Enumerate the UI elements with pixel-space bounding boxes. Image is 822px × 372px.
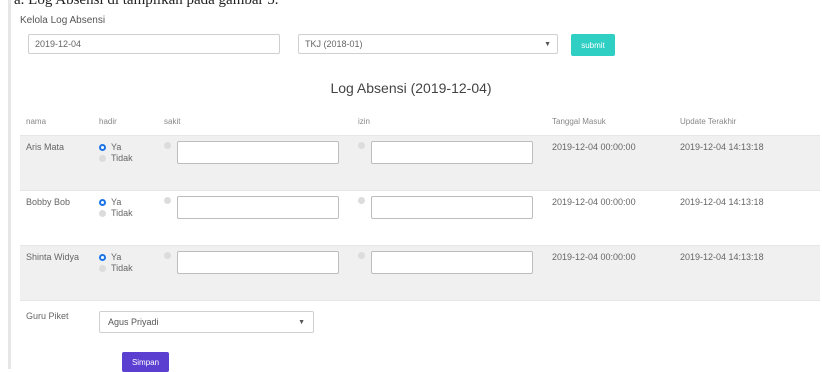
radio-selected-icon [99, 199, 106, 206]
izin-input[interactable] [371, 251, 533, 274]
izin-input[interactable] [371, 196, 533, 219]
col-hadir: hadir [93, 107, 158, 136]
radio-empty-icon [99, 265, 106, 272]
cell-tanggal-masuk: 2019-12-04 00:00:00 [546, 135, 674, 191]
radio-tidak[interactable]: Tidak [99, 153, 152, 164]
cell-hadir: Ya Tidak [93, 245, 158, 301]
save-button[interactable]: Simpan [122, 352, 169, 372]
cell-sakit [158, 135, 352, 191]
left-border [8, 0, 11, 369]
table-header-row: nama hadir sakit izin Tanggal Masuk Upda… [20, 107, 820, 136]
table-row: Shinta Widya Ya Tidak 2019-12-04 00:00:0… [20, 245, 820, 301]
cell-tanggal-masuk: 2019-12-04 00:00:00 [546, 245, 674, 301]
cell-hadir: Ya Tidak [93, 190, 158, 246]
radio-ya[interactable]: Ya [99, 142, 152, 153]
radio-izin[interactable] [358, 142, 365, 149]
radio-ya[interactable]: Ya [99, 197, 152, 208]
radio-ya-label: Ya [111, 197, 122, 207]
guru-piket-cell: Agus Priyadi ▼ [93, 300, 820, 371]
table-title: Log Absensi (2019-12-04) [330, 80, 492, 96]
chevron-down-icon: ▼ [544, 40, 551, 48]
radio-tidak-label: Tidak [111, 153, 133, 163]
table-row: Bobby Bob Ya Tidak 2019-12-04 00:00:00 2… [20, 190, 820, 246]
radio-izin[interactable] [358, 197, 365, 204]
document-caption: a. Log Absensi di tampilkan pada gambar … [14, 0, 279, 8]
radio-ya-label: Ya [111, 142, 122, 152]
table-row: Aris Mata Ya Tidak 2019-12-04 00:00:00 2… [20, 135, 820, 191]
radio-sakit[interactable] [164, 197, 171, 204]
radio-ya-label: Ya [111, 252, 122, 262]
cell-sakit [158, 190, 352, 246]
sakit-input[interactable] [177, 196, 339, 219]
radio-tidak[interactable]: Tidak [99, 263, 152, 274]
radio-tidak-label: Tidak [111, 263, 133, 273]
date-input[interactable]: 2019-12-04 [28, 34, 280, 54]
col-update-terakhir: Update Terakhir [674, 107, 820, 136]
chevron-down-icon: ▼ [298, 318, 305, 326]
cell-izin [352, 190, 546, 246]
cell-tanggal-masuk: 2019-12-04 00:00:00 [546, 190, 674, 246]
cell-sakit [158, 245, 352, 301]
radio-sakit[interactable] [164, 142, 171, 149]
col-sakit: sakit [158, 107, 352, 136]
guru-piket-select[interactable]: Agus Priyadi ▼ [99, 311, 314, 333]
sakit-input[interactable] [177, 251, 339, 274]
cell-update-terakhir: 2019-12-04 14:13:18 [674, 245, 820, 301]
radio-empty-icon [99, 210, 106, 217]
cell-nama: Aris Mata [20, 135, 93, 191]
panel-title: Kelola Log Absensi [20, 15, 106, 26]
cell-update-terakhir: 2019-12-04 14:13:18 [674, 135, 820, 191]
sakit-input[interactable] [177, 141, 339, 164]
radio-izin[interactable] [358, 252, 365, 259]
col-izin: izin [352, 107, 546, 136]
radio-selected-icon [99, 144, 106, 151]
class-select[interactable]: TKJ (2018-01) ▼ [298, 34, 558, 54]
attendance-table: nama hadir sakit izin Tanggal Masuk Upda… [20, 107, 820, 371]
izin-input[interactable] [371, 141, 533, 164]
cell-izin [352, 245, 546, 301]
radio-empty-icon [99, 155, 106, 162]
col-nama: nama [20, 107, 93, 136]
radio-ya[interactable]: Ya [99, 252, 152, 263]
cell-nama: Shinta Widya [20, 245, 93, 301]
guru-piket-label: Guru Piket [20, 300, 93, 371]
submit-button[interactable]: submit [571, 34, 615, 56]
radio-tidak-label: Tidak [111, 208, 133, 218]
cell-nama: Bobby Bob [20, 190, 93, 246]
radio-sakit[interactable] [164, 252, 171, 259]
radio-tidak[interactable]: Tidak [99, 208, 152, 219]
cell-update-terakhir: 2019-12-04 14:13:18 [674, 190, 820, 246]
cell-hadir: Ya Tidak [93, 135, 158, 191]
col-tanggal-masuk: Tanggal Masuk [546, 107, 674, 136]
cell-izin [352, 135, 546, 191]
class-select-value: TKJ (2018-01) [305, 39, 363, 49]
radio-selected-icon [99, 254, 106, 261]
guru-piket-value: Agus Priyadi [108, 317, 159, 327]
